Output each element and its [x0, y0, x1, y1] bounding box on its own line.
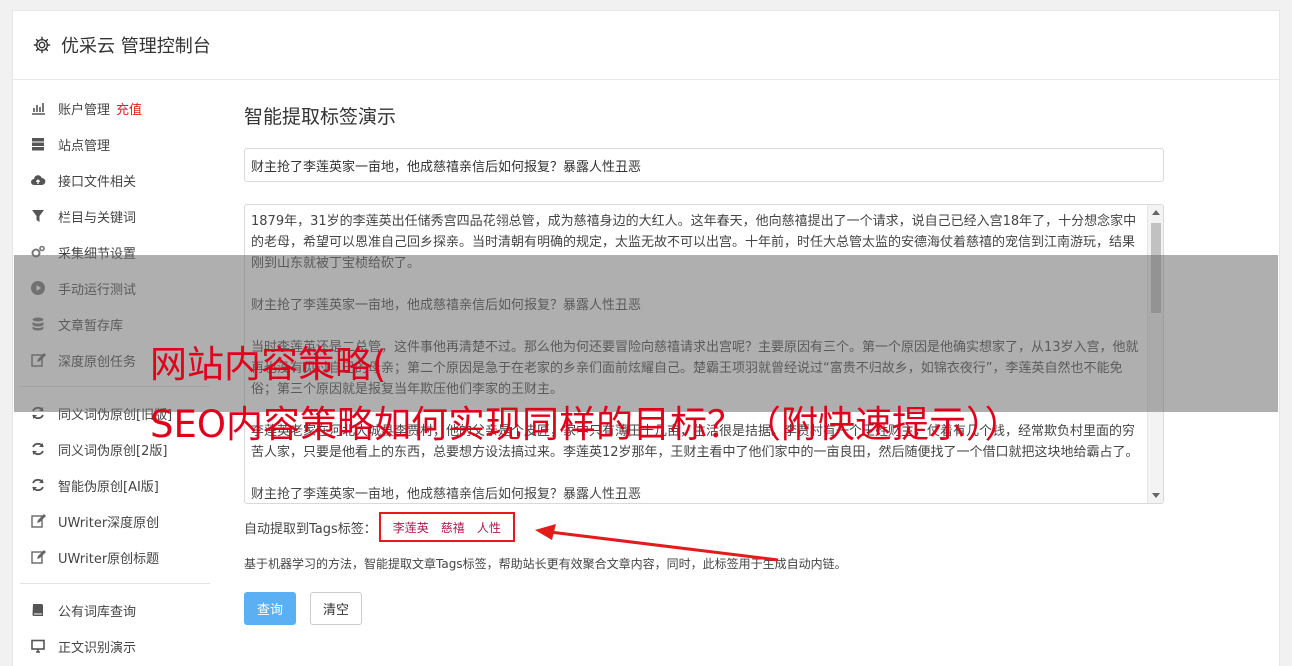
section-heading: 智能提取标签演示: [244, 106, 397, 128]
sidebar-item[interactable]: 站点管理: [20, 126, 210, 162]
sidebar-divider: [20, 583, 210, 584]
sidebar-item[interactable]: 账户管理 充值: [20, 90, 210, 126]
tag-item[interactable]: 慈禧: [441, 519, 465, 536]
sidebar-item-label: UWriter原创标题: [58, 551, 160, 567]
tags-highlight-box: 李莲英 慈禧 人性: [378, 512, 515, 542]
sidebar-item-label: 正文识别演示: [58, 640, 137, 656]
banner-line-1: 网站内容策略(: [150, 343, 387, 386]
sidebar-item-label: 公有词库查询: [58, 604, 137, 620]
monitor-icon: [30, 638, 46, 654]
sidebar-item-label: UWriter深度原创: [58, 515, 160, 531]
sidebar-item-label: 账户管理: [58, 102, 111, 118]
filter-icon: [30, 208, 46, 224]
panel-header: 优采云 管理控制台: [13, 11, 1279, 80]
sidebar-item[interactable]: 栏目与关键词: [20, 198, 210, 234]
gear-icon: [33, 36, 51, 54]
cloud-upload-icon: [30, 172, 46, 188]
sidebar-item[interactable]: 公有词库查询: [20, 592, 210, 628]
sidebar-item-label: 栏目与关键词: [58, 210, 137, 226]
sidebar-item-label: 接口文件相关: [58, 174, 137, 190]
edit-icon: [30, 549, 46, 565]
scroll-down-icon[interactable]: [1152, 493, 1160, 498]
sidebar-item-label: 智能伪原创[AI版]: [58, 479, 159, 495]
banner-line-2: SEO内容策略如何实现同样的目标？（附快速提示））: [150, 403, 1022, 446]
server-icon: [30, 136, 46, 152]
recharge-link[interactable]: 充值: [116, 99, 142, 118]
sidebar-item[interactable]: 智能伪原创[AI版]: [20, 467, 210, 503]
tag-item[interactable]: 李莲英: [393, 519, 429, 536]
query-button[interactable]: 查询: [244, 592, 297, 625]
sidebar-item[interactable]: UWriter深度原创: [20, 503, 210, 539]
refresh-icon: [30, 441, 46, 457]
page-title: 优采云 管理控制台: [61, 36, 211, 57]
red-arrow-annotation: [535, 524, 779, 562]
tag-item[interactable]: 人性: [477, 519, 501, 536]
sidebar-item[interactable]: 正文识别演示: [20, 628, 210, 664]
button-row: 查询 清空: [244, 592, 1164, 625]
clear-button[interactable]: 清空: [310, 592, 363, 625]
book-icon: [30, 602, 46, 618]
edit-icon: [30, 513, 46, 529]
tags-label: 自动提取到Tags标签：: [244, 521, 377, 537]
bar-chart-icon: [30, 100, 46, 116]
sidebar-item[interactable]: 接口文件相关: [20, 162, 210, 198]
scroll-up-icon[interactable]: [1152, 210, 1160, 215]
sidebar-item[interactable]: UWriter原创标题: [20, 539, 210, 575]
refresh-icon: [30, 477, 46, 493]
sidebar-item-label: 站点管理: [58, 138, 111, 154]
title-input[interactable]: 财主抢了李莲英家一亩地，他成慈禧亲信后如何报复？暴露人性丑恶: [244, 148, 1164, 182]
